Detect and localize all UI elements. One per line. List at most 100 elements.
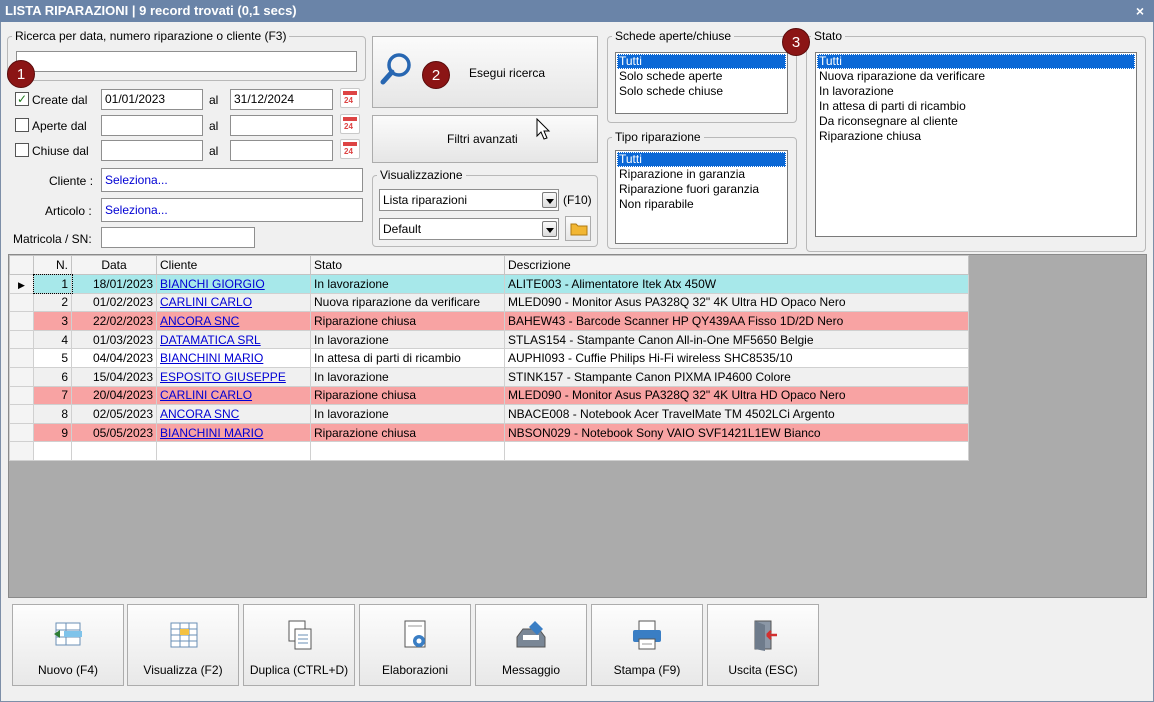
toolbar-button-stampa[interactable]: Stampa (F9) (591, 604, 703, 686)
chiuse-to-field[interactable] (230, 140, 333, 161)
cell-number[interactable]: 3 (33, 311, 72, 331)
tipo-listbox[interactable]: Tutti Riparazione in garanzia Riparazione … (615, 150, 788, 244)
column-header-cliente[interactable]: Cliente (156, 255, 311, 275)
cell-descrizione[interactable]: STINK157 - Stampante Canon PIXMA IP4600 … (504, 366, 969, 387)
toolbar-button-duplica[interactable]: Duplica (CTRL+D) (243, 604, 355, 686)
cell-date[interactable]: 15/04/2023 (71, 366, 157, 387)
row-indicator[interactable] (9, 311, 34, 331)
cell-number[interactable]: 2 (33, 292, 72, 313)
cell-cliente[interactable]: CARLINI CARLO (156, 292, 311, 313)
empty-cell[interactable] (33, 441, 72, 461)
table-row[interactable]: 3 22/02/2023 ANCORA SNC Riparazione chiusa B… (9, 311, 969, 331)
cell-descrizione[interactable]: AUPHI093 - Cuffie Philips Hi-Fi wireless… (504, 348, 969, 368)
cell-cliente[interactable]: DATAMATICA SRL (156, 329, 311, 350)
aperte-to-field[interactable] (230, 115, 333, 136)
column-header-stato[interactable]: Stato (310, 255, 505, 275)
aperte-checkbox[interactable] (15, 118, 29, 132)
new-record-row[interactable] (9, 441, 969, 461)
calendar-icon[interactable]: 24 (340, 88, 360, 108)
cell-stato[interactable]: Riparazione chiusa (310, 385, 505, 406)
cell-cliente[interactable]: CARLINI CARLO (156, 385, 311, 406)
cliente-link[interactable]: ESPOSITO GIUSEPPE (160, 370, 286, 384)
cell-stato[interactable]: Riparazione chiusa (310, 422, 505, 443)
row-indicator[interactable] (9, 385, 34, 406)
schede-option[interactable]: Tutti (617, 54, 786, 69)
chiuse-from-field[interactable] (101, 140, 203, 161)
create-from-field[interactable]: 01/01/2023 (101, 89, 203, 110)
stato-listbox[interactable]: Tutti Nuova riparazione da verificare In l… (815, 52, 1137, 237)
cell-descrizione[interactable]: NBACE008 - Notebook Acer TravelMate TM 4… (504, 404, 969, 424)
cell-cliente[interactable]: ESPOSITO GIUSEPPE (156, 366, 311, 387)
stato-option[interactable]: Nuova riparazione da verificare (817, 69, 1135, 84)
row-indicator[interactable]: ▶ (9, 274, 34, 294)
cell-descrizione[interactable]: MLED090 - Monitor Asus PA328Q 32" 4K Ult… (504, 292, 969, 313)
cell-descrizione[interactable]: NBSON029 - Notebook Sony VAIO SVF1421L1E… (504, 422, 969, 443)
cliente-link[interactable]: CARLINI CARLO (160, 295, 252, 309)
cliente-link[interactable]: BIANCHINI MARIO (160, 426, 263, 440)
search-input[interactable] (16, 51, 357, 72)
tipo-option[interactable]: Riparazione fuori garanzia (617, 182, 786, 197)
cell-cliente[interactable]: BIANCHI GIORGIO (156, 274, 311, 294)
cell-number[interactable]: 4 (33, 329, 72, 350)
row-indicator[interactable] (9, 348, 34, 368)
table-row[interactable]: 4 01/03/2023 DATAMATICA SRL In lavorazione S… (9, 329, 969, 350)
cell-date[interactable]: 02/05/2023 (71, 404, 157, 424)
cell-number[interactable]: 9 (33, 422, 72, 443)
chevron-down-icon[interactable] (542, 192, 557, 208)
cell-date[interactable]: 05/05/2023 (71, 422, 157, 443)
schede-option[interactable]: Solo schede chiuse (617, 84, 786, 99)
cell-number[interactable]: 6 (33, 366, 72, 387)
aperte-from-field[interactable] (101, 115, 203, 136)
open-folder-button[interactable] (565, 216, 591, 241)
cell-stato[interactable]: In lavorazione (310, 366, 505, 387)
row-indicator[interactable] (9, 366, 34, 387)
cell-number[interactable]: 7 (33, 385, 72, 406)
cliente-link[interactable]: BIANCHINI MARIO (160, 351, 263, 365)
cell-descrizione[interactable]: BAHEW43 - Barcode Scanner HP QY439AA Fis… (504, 311, 969, 331)
cliente-link[interactable]: CARLINI CARLO (160, 388, 252, 402)
row-indicator[interactable] (9, 422, 34, 443)
layout-select[interactable]: Default (379, 218, 559, 240)
toolbar-button-nuovo[interactable]: Nuovo (F4) (12, 604, 124, 686)
toolbar-button-messaggio[interactable]: Messaggio (475, 604, 587, 686)
table-row[interactable]: ▶ 1 18/01/2023 BIANCHI GIORGIO In lavorazion… (9, 273, 969, 295)
cell-date[interactable]: 18/01/2023 (71, 274, 157, 294)
search-button[interactable]: Esegui ricerca (372, 36, 598, 108)
tipo-option[interactable]: Riparazione in garanzia (617, 167, 786, 182)
cell-date[interactable]: 04/04/2023 (71, 348, 157, 368)
empty-cell[interactable] (156, 441, 311, 461)
row-indicator[interactable] (9, 292, 34, 313)
calendar-icon[interactable]: 24 (340, 114, 360, 134)
cell-cliente[interactable]: ANCORA SNC (156, 311, 311, 331)
cliente-field[interactable]: Seleziona... (101, 168, 363, 192)
empty-cell[interactable] (310, 441, 505, 461)
column-header-n[interactable]: N. (33, 255, 72, 275)
advanced-filters-button[interactable]: Filtri avanzati (372, 115, 598, 163)
view-select[interactable]: Lista riparazioni (379, 189, 559, 211)
chiuse-checkbox[interactable] (15, 143, 29, 157)
cell-descrizione[interactable]: ALITE003 - Alimentatore Itek Atx 450W (504, 274, 969, 294)
cell-date[interactable]: 01/02/2023 (71, 292, 157, 313)
cell-stato[interactable]: In lavorazione (310, 404, 505, 424)
cliente-link[interactable]: ANCORA SNC (160, 407, 239, 421)
cell-stato[interactable]: In attesa di parti di ricambio (310, 348, 505, 368)
toolbar-button-visualizza[interactable]: Visualizza (F2) (127, 604, 239, 686)
cell-stato[interactable]: Riparazione chiusa (310, 311, 505, 331)
matricola-field[interactable] (101, 227, 255, 248)
cell-date[interactable]: 20/04/2023 (71, 385, 157, 406)
tipo-option[interactable]: Non riparabile (617, 197, 786, 212)
cell-cliente[interactable]: ANCORA SNC (156, 404, 311, 424)
column-header-descrizione[interactable]: Descrizione (504, 255, 969, 275)
cell-number[interactable]: 5 (33, 348, 72, 368)
table-row[interactable]: 2 01/02/2023 CARLINI CARLO Nuova riparazion… (9, 292, 969, 313)
cliente-link[interactable]: DATAMATICA SRL (160, 333, 261, 347)
tipo-option[interactable]: Tutti (617, 152, 786, 167)
cell-cliente[interactable]: BIANCHINI MARIO (156, 422, 311, 443)
row-indicator[interactable] (9, 329, 34, 350)
stato-option[interactable]: In lavorazione (817, 84, 1135, 99)
close-icon[interactable]: × (1136, 0, 1144, 22)
stato-option[interactable]: In attesa di parti di ricambio (817, 99, 1135, 114)
column-header-data[interactable]: Data (71, 255, 157, 275)
calendar-icon[interactable]: 24 (340, 139, 360, 159)
table-row[interactable]: 5 04/04/2023 BIANCHINI MARIO In attesa di p… (9, 348, 969, 368)
